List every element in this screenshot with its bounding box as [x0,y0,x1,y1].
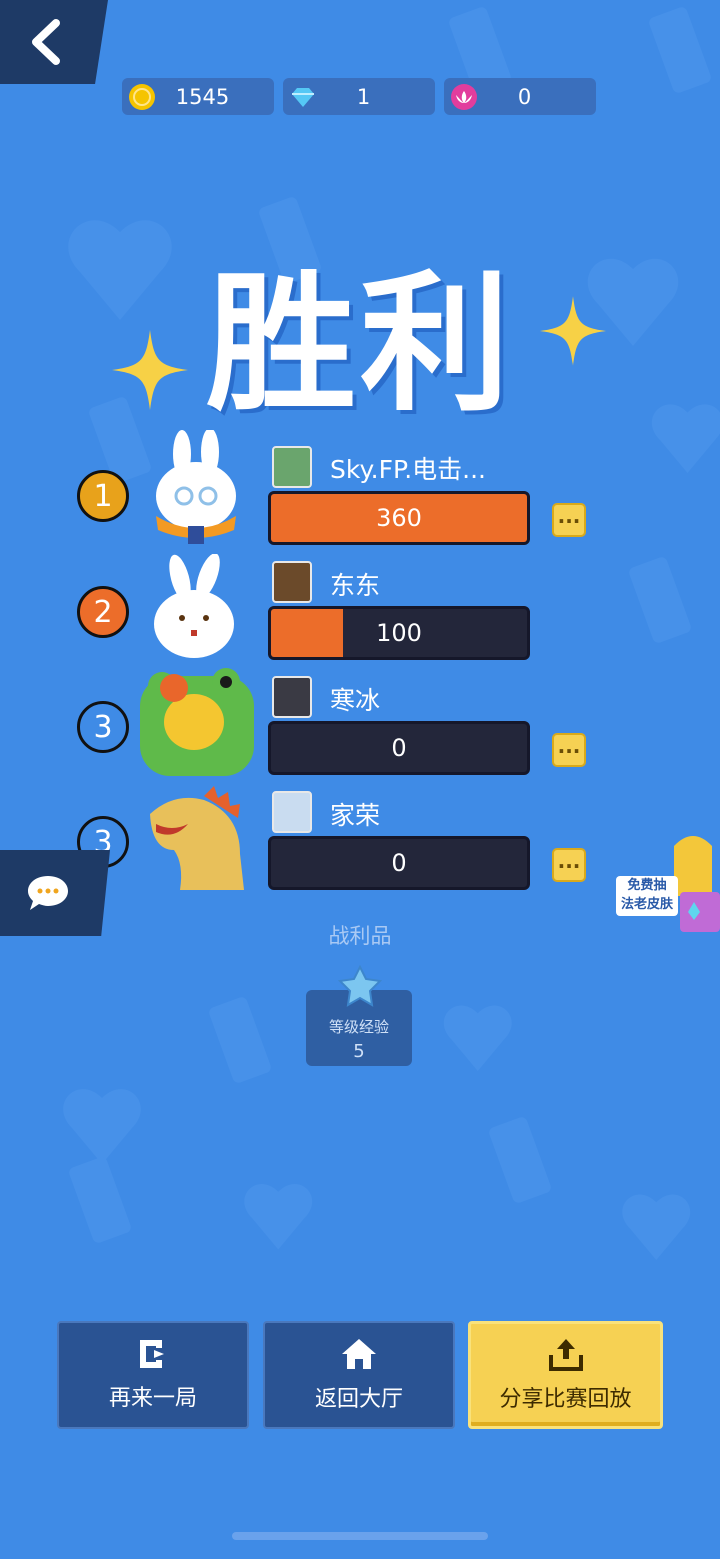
score-value: 0 [391,849,407,877]
rank-number: 2 [93,594,113,630]
promo-line1: 免费抽 [627,878,667,893]
score-bar: 0 [268,836,530,890]
player-avatar[interactable] [272,791,312,833]
player-name: Sky.FP.电击... [330,455,486,484]
lotus-counter: 0 [444,78,596,115]
promo-line2: 法老皮肤 [620,897,673,912]
coin-counter: 1545 [122,78,274,115]
diamond-counter: 1 [283,78,435,115]
score-bar: 360 [268,491,530,545]
coin-value: 1545 [175,84,230,109]
loot-item-value: 5 [353,1041,365,1062]
rank-badge: 3 [77,701,129,753]
victory-title: 胜利 [205,258,514,432]
play-again-button[interactable]: 再来一局 [57,1321,249,1429]
loot-item-label: 等级经验 [328,1018,389,1036]
rank-number: 3 [93,709,113,745]
diamond-icon [290,84,316,110]
player-name: 寒冰 [330,686,381,715]
rank-number: 1 [93,478,113,514]
player-avatar[interactable] [272,561,312,603]
play-again-label: 再来一局 [108,1386,197,1411]
score-bar: 0 [268,721,530,775]
diamond-value: 1 [356,84,371,109]
loot-title: 战利品 [328,924,392,948]
lotus-value: 0 [517,84,532,109]
more-button[interactable]: ... [552,733,586,767]
rank-badge: 1 [77,470,129,522]
chevron-left-icon [32,19,60,65]
back-button[interactable] [0,0,108,84]
rank-badge: 2 [77,586,129,638]
lotus-icon [451,83,477,110]
frog-costume-avatar [140,668,254,776]
return-lobby-label: 返回大厅 [314,1387,403,1412]
share-replay-button[interactable]: 分享比赛回放 [468,1321,663,1429]
home-icon [342,1339,376,1369]
score-value: 100 [376,619,422,647]
score-bar: 100 [268,606,530,660]
player-avatar[interactable] [272,446,312,488]
game-result-screen: 1545 1 0 胜利 1 Sky.FP.电击... 360 ... 2 东东 … [0,0,720,1559]
score-value: 360 [376,504,422,532]
more-button[interactable]: ... [552,503,586,537]
rabbit-avatar [154,554,234,658]
player-avatar[interactable] [272,676,312,718]
score-value: 0 [391,734,407,762]
rabbit-scholar-avatar [156,430,236,544]
replay-icon [140,1340,164,1368]
level-star-icon [338,965,382,1007]
coin-icon [129,83,155,110]
chat-bubble-icon [28,876,68,910]
sparkle-right-icon [540,296,606,366]
dinosaur-avatar [150,786,244,890]
share-replay-label: 分享比赛回放 [499,1387,632,1412]
return-lobby-button[interactable]: 返回大厅 [263,1321,455,1429]
more-button[interactable]: ... [552,848,586,882]
home-indicator[interactable] [232,1532,488,1540]
player-name: 家荣 [330,801,381,830]
player-name: 东东 [330,571,381,600]
share-upload-icon [548,1339,583,1371]
